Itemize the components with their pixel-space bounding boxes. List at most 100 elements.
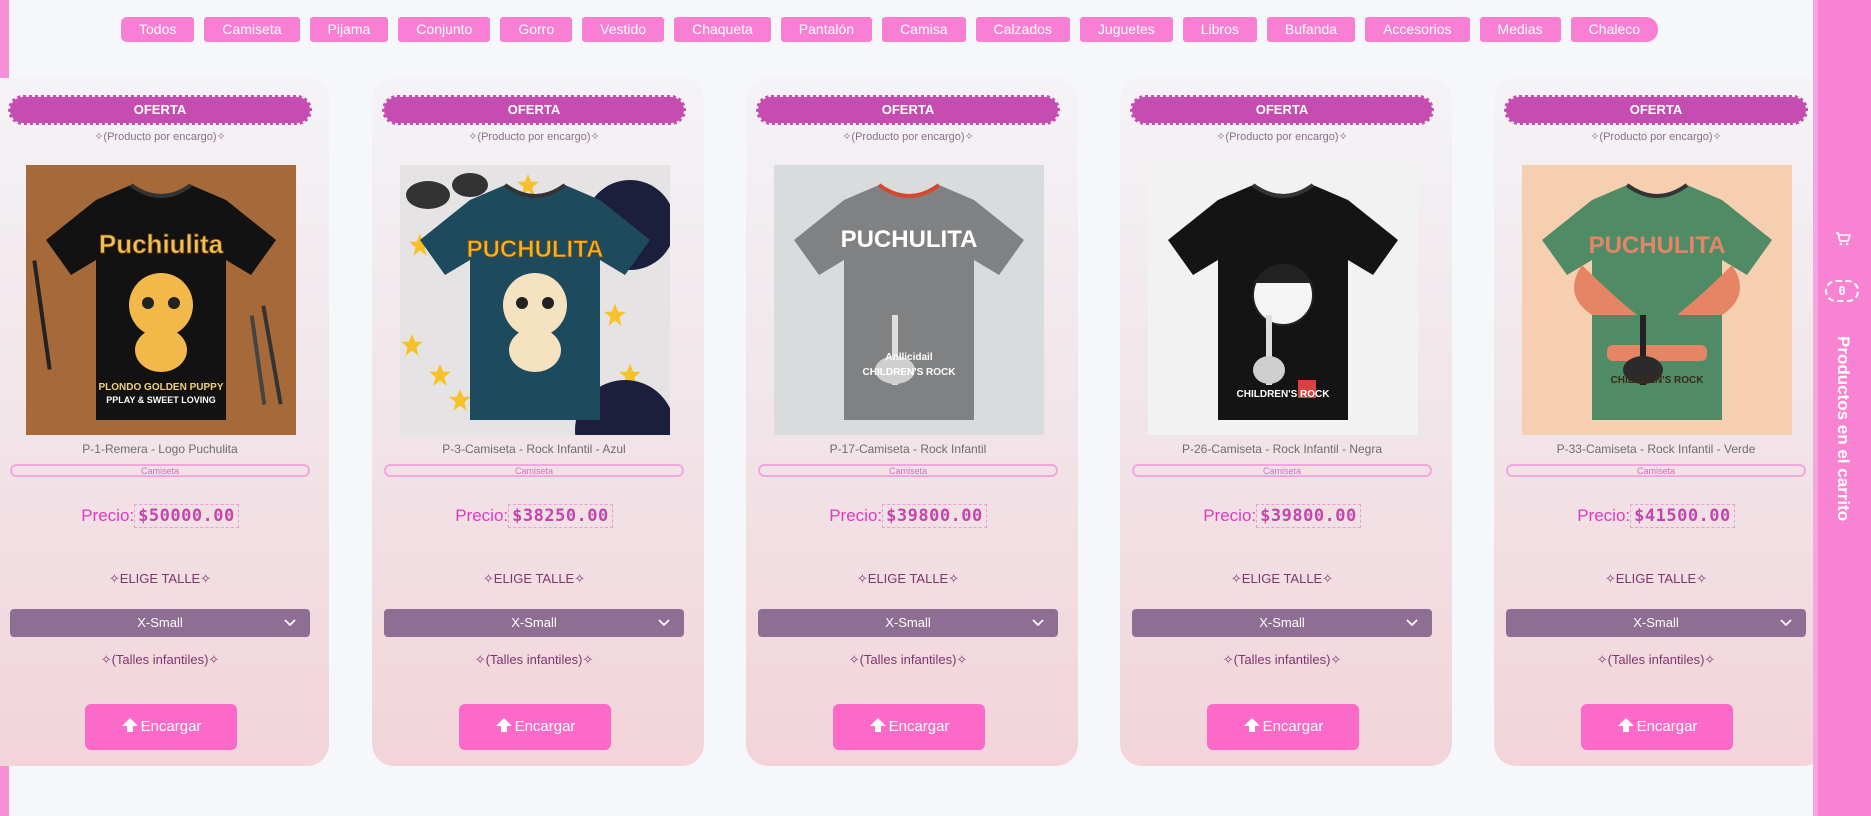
product-image[interactable]: PUCHULITA — [400, 165, 670, 435]
size-select[interactable]: X-Small — [1506, 609, 1806, 637]
product-card: OFERTA ✧(Producto por encargo)✧ PUCHULIT… — [372, 78, 704, 766]
product-image[interactable]: Puchiulita PLONDO GOLDEN PUPPY PPLAY & SWE… — [26, 165, 296, 435]
order-note: ✧(Producto por encargo)✧ — [1216, 131, 1348, 143]
category-button-accesorios[interactable]: Accesorios — [1365, 17, 1470, 42]
price-label: Precio: — [1203, 506, 1257, 525]
svg-text:PUCHULITA: PUCHULITA — [1589, 232, 1726, 259]
order-button-label: Encargar — [1636, 718, 1698, 735]
category-button-gorro[interactable]: Gorro — [500, 17, 573, 42]
category-button-pijama[interactable]: Pijama — [309, 17, 389, 42]
chevron-down-icon — [1032, 609, 1044, 637]
price-label: Precio: — [829, 506, 883, 525]
category-button-juguetes[interactable]: Juguetes — [1079, 17, 1173, 42]
offer-badge: OFERTA — [756, 95, 1060, 125]
cart-label[interactable]: Productos en el carrito — [1823, 336, 1863, 536]
price-row: Precio: $39800.00 — [758, 504, 1058, 528]
category-button-bufanda[interactable]: Bufanda — [1266, 17, 1356, 42]
cart-sidebar-edge — [1813, 0, 1818, 816]
product-card: OFERTA ✧(Producto por encargo)✧ PUCHULIT… — [746, 78, 1078, 766]
category-tag: Camiseta — [384, 464, 684, 477]
product-name: P-1-Remera - Logo Puchulita — [82, 442, 238, 456]
size-title: ✧ELIGE TALLE✧ — [482, 571, 586, 586]
order-button-label: Encargar — [1262, 718, 1324, 735]
size-title: ✧ELIGE TALLE✧ — [856, 571, 960, 586]
chevron-down-icon — [1780, 609, 1792, 637]
svg-text:PUCHULITA: PUCHULITA — [467, 236, 604, 263]
offer-badge: OFERTA — [382, 95, 686, 125]
category-button-camiseta[interactable]: Camiseta — [204, 17, 300, 42]
upload-arrow-icon — [1243, 718, 1261, 735]
size-title: ✧ELIGE TALLE✧ — [1604, 571, 1708, 586]
size-select[interactable]: X-Small — [1132, 609, 1432, 637]
category-button-medias[interactable]: Medias — [1479, 17, 1561, 42]
size-select[interactable]: X-Small — [10, 609, 310, 637]
svg-text:CHILDREN'S ROCK: CHILDREN'S ROCK — [1237, 389, 1331, 400]
product-name: P-17-Camiseta - Rock Infantil — [829, 442, 987, 456]
product-image[interactable]: PUCHULITA Anllicidail CHILDREN'S ROCK — [774, 165, 1044, 435]
category-tag: Camiseta — [1506, 464, 1806, 477]
offer-badge: OFERTA — [1130, 95, 1434, 125]
price-label: Precio: — [455, 506, 509, 525]
order-button-label: Encargar — [514, 718, 576, 735]
size-title: ✧ELIGE TALLE✧ — [1230, 571, 1334, 586]
order-note: ✧(Producto por encargo)✧ — [468, 131, 600, 143]
category-tag: Camiseta — [1132, 464, 1432, 477]
size-select-value: X-Small — [1259, 615, 1305, 630]
category-button-calzados[interactable]: Calzados — [975, 17, 1070, 42]
cart-icon[interactable] — [1832, 228, 1854, 250]
category-button-chaleco[interactable]: Chaleco — [1570, 17, 1659, 42]
size-note: ✧(Talles infantiles)✧ — [848, 652, 968, 667]
cart-sidebar[interactable]: 0 Productos en el carrito — [1813, 0, 1871, 816]
upload-arrow-icon — [121, 718, 139, 735]
product-name: P-33-Camiseta - Rock Infantil - Verde — [1556, 442, 1756, 456]
chevron-down-icon — [284, 609, 296, 637]
order-note: ✧(Producto por encargo)✧ — [842, 131, 974, 143]
price-value: $38250.00 — [508, 504, 613, 528]
upload-arrow-icon — [869, 718, 887, 735]
price-label: Precio: — [81, 506, 135, 525]
price-row: Precio: $38250.00 — [384, 504, 684, 528]
order-button[interactable]: Encargar — [1207, 704, 1359, 750]
cart-count-badge: 0 — [1825, 280, 1859, 302]
category-button-libros[interactable]: Libros — [1182, 17, 1257, 42]
category-button-todos[interactable]: Todos — [121, 17, 195, 42]
size-note: ✧(Talles infantiles)✧ — [474, 652, 594, 667]
price-label: Precio: — [1577, 506, 1631, 525]
order-button[interactable]: Encargar — [459, 704, 611, 750]
svg-text:PUCHULITA: PUCHULITA — [841, 226, 978, 253]
upload-arrow-icon — [495, 718, 513, 735]
price-row: Precio: $41500.00 — [1506, 504, 1806, 528]
category-button-camisa[interactable]: Camisa — [882, 17, 966, 42]
order-note: ✧(Producto por encargo)✧ — [94, 131, 226, 143]
size-select[interactable]: X-Small — [384, 609, 684, 637]
size-select[interactable]: X-Small — [758, 609, 1058, 637]
order-note: ✧(Producto por encargo)✧ — [1590, 131, 1722, 143]
offer-badge: OFERTA — [1504, 95, 1808, 125]
size-select-value: X-Small — [1633, 615, 1679, 630]
category-button-chaqueta[interactable]: Chaqueta — [674, 17, 771, 42]
order-button[interactable]: Encargar — [85, 704, 237, 750]
upload-arrow-icon — [1617, 718, 1635, 735]
price-value: $50000.00 — [134, 504, 239, 528]
svg-text:CHILDREN'S ROCK: CHILDREN'S ROCK — [1611, 375, 1705, 386]
category-button-vestido[interactable]: Vestido — [582, 17, 665, 42]
order-button[interactable]: Encargar — [1581, 704, 1733, 750]
category-button-pantalon[interactable]: Pantalón — [780, 17, 873, 42]
size-select-value: X-Small — [511, 615, 557, 630]
order-button-label: Encargar — [140, 718, 202, 735]
price-row: Precio: $50000.00 — [10, 504, 310, 528]
order-button-label: Encargar — [888, 718, 950, 735]
order-button[interactable]: Encargar — [833, 704, 985, 750]
category-button-conjunto[interactable]: Conjunto — [398, 17, 491, 42]
size-title: ✧ELIGE TALLE✧ — [108, 571, 212, 586]
size-note: ✧(Talles infantiles)✧ — [100, 652, 220, 667]
category-tag: Camiseta — [758, 464, 1058, 477]
price-value: $39800.00 — [882, 504, 987, 528]
svg-text:Anllicidail: Anllicidail — [885, 352, 932, 363]
price-row: Precio: $39800.00 — [1132, 504, 1432, 528]
svg-text:PPLAY & SWEET LOVING: PPLAY & SWEET LOVING — [106, 395, 216, 405]
offer-badge: OFERTA — [8, 95, 312, 125]
price-value: $39800.00 — [1256, 504, 1361, 528]
product-image[interactable]: PUCHULITA CHILDREN'S ROCK — [1522, 165, 1792, 435]
product-image[interactable]: CHILDREN'S ROCK — [1148, 165, 1418, 435]
